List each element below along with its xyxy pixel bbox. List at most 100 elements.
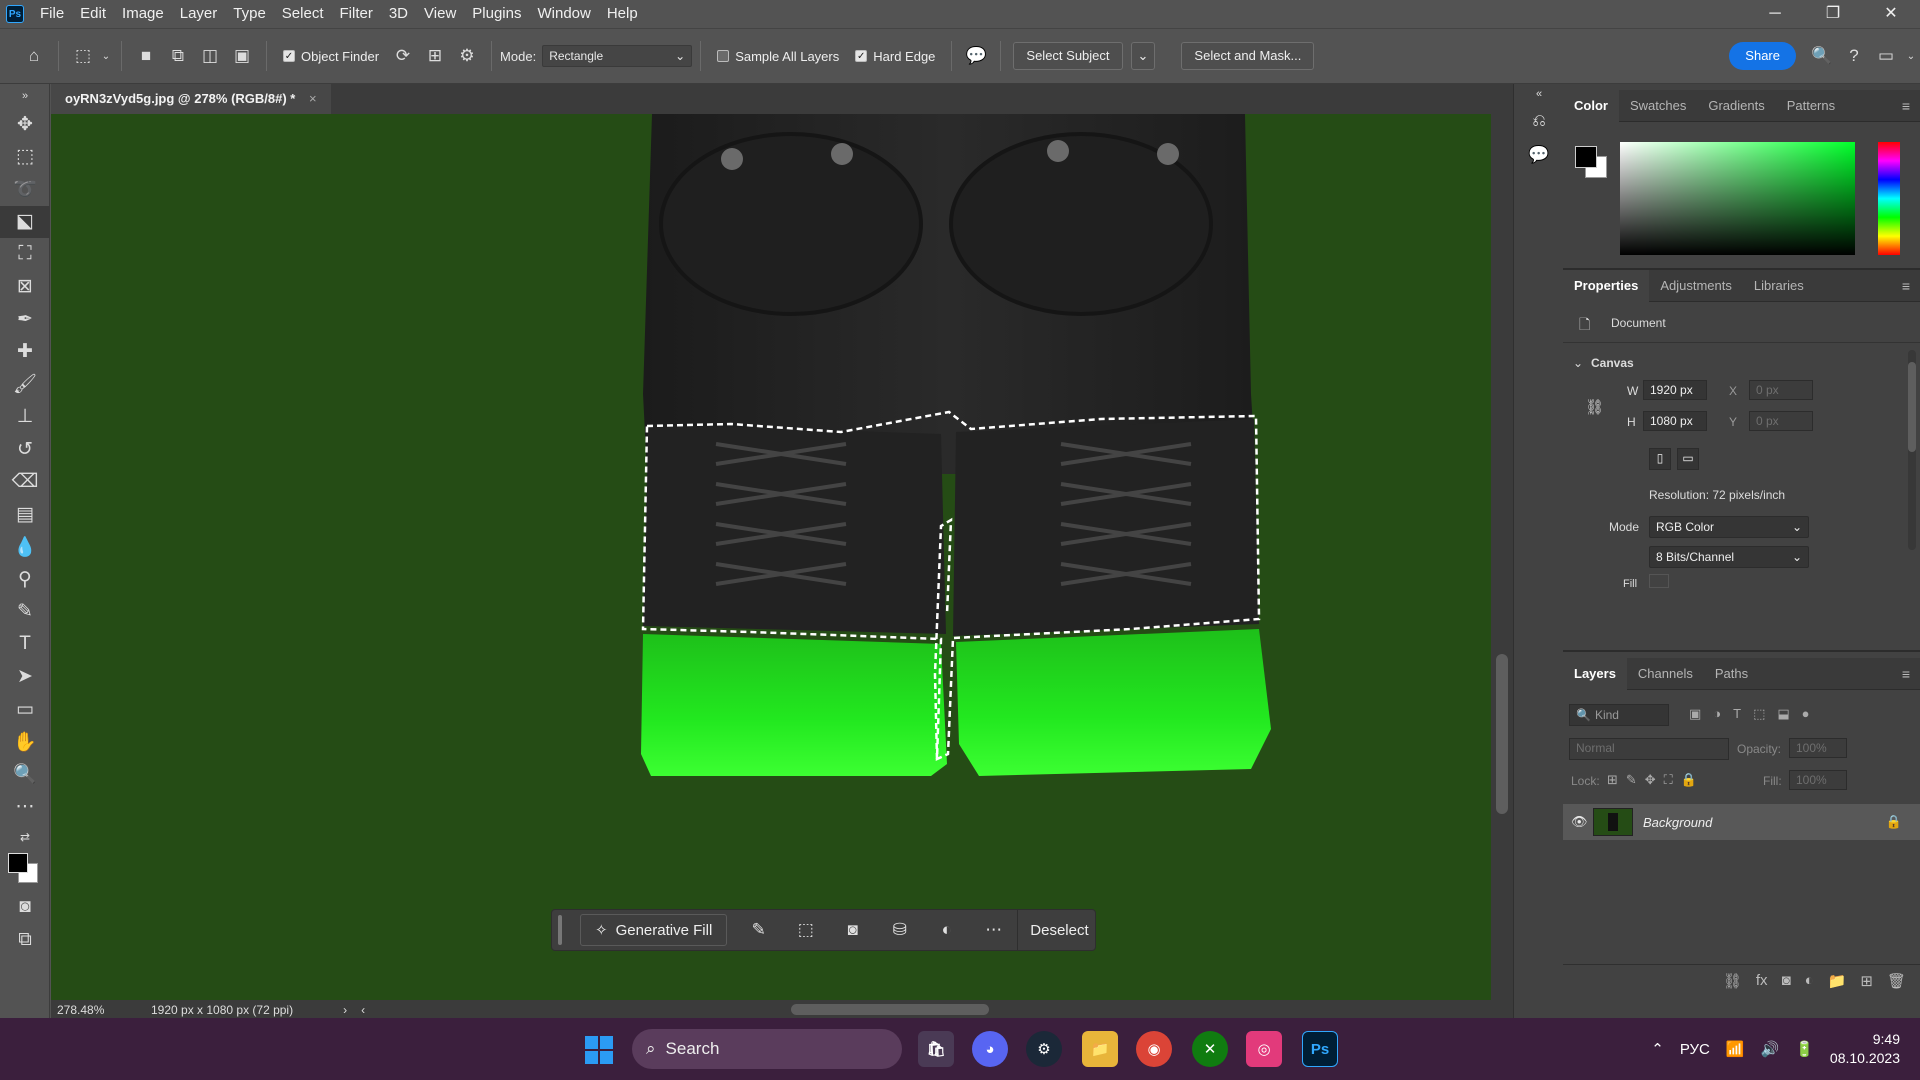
select-and-mask-button[interactable]: Select and Mask... — [1181, 42, 1315, 70]
taskbar-search[interactable]: ⌕ Search — [632, 1029, 902, 1069]
generative-fill-button[interactable]: ✧ Generative Fill — [580, 914, 728, 946]
lasso-tool-icon[interactable]: ➰ — [0, 173, 50, 206]
comments-icon[interactable]: 💬 — [1514, 138, 1564, 172]
fill-input[interactable]: 100% — [1789, 770, 1847, 790]
language-indicator[interactable]: РУС — [1680, 1041, 1710, 1058]
fill-swatch[interactable] — [1649, 574, 1669, 588]
vertical-scrollbar[interactable] — [1491, 114, 1513, 1000]
menu-window[interactable]: Window — [529, 0, 598, 28]
collapse-panels-icon[interactable]: « — [1514, 84, 1564, 104]
width-input[interactable]: 1920 px — [1643, 380, 1707, 400]
close-button[interactable]: ✕ — [1862, 0, 1920, 28]
trash-icon[interactable]: 🗑 — [1887, 972, 1906, 990]
lock-icons[interactable]: ⊞✎✥⛶🔒 — [1607, 772, 1705, 788]
portrait-orientation-icon[interactable]: ▯ — [1649, 448, 1671, 470]
layer-kind-filter[interactable]: 🔍 Kind — [1569, 704, 1669, 726]
landscape-orientation-icon[interactable]: ▭ — [1677, 448, 1699, 470]
windows-start-icon[interactable] — [584, 1035, 614, 1065]
height-input[interactable]: 1080 px — [1643, 411, 1707, 431]
tab-patterns[interactable]: Patterns — [1776, 90, 1846, 122]
quick-mask-icon[interactable]: ◙ — [0, 891, 50, 924]
opacity-input[interactable]: 100% — [1789, 738, 1847, 758]
chevron-down-icon[interactable]: ⌄ — [99, 40, 113, 72]
crop-tool-icon[interactable]: ⛶ — [0, 238, 50, 271]
photoshop-taskbar-icon[interactable]: Ps — [1302, 1031, 1338, 1067]
object-selection-tool-icon[interactable]: ⬕ — [0, 205, 50, 238]
scroll-thumb[interactable] — [1908, 362, 1916, 452]
tab-channels[interactable]: Channels — [1627, 658, 1704, 690]
wifi-icon[interactable]: 📶 — [1726, 1040, 1745, 1058]
add-mask-icon[interactable]: ◙ — [1782, 972, 1791, 989]
restore-button[interactable]: ❐ — [1804, 0, 1862, 28]
color-field[interactable] — [1620, 142, 1855, 255]
hue-slider[interactable] — [1878, 142, 1900, 255]
menu-plugins[interactable]: Plugins — [464, 0, 529, 28]
chevron-left-icon[interactable]: ‹ — [361, 1003, 365, 1017]
clock[interactable]: 9:49 08.10.2023 — [1830, 1030, 1900, 1068]
hand-tool-icon[interactable]: ✋ — [0, 726, 50, 759]
document-canvas[interactable]: ✧ Generative Fill ✎ ⬚ ◙ ⛁ ◐ ⋯ Deselect — [51, 114, 1491, 1000]
panel-menu-icon[interactable]: ≡ — [1902, 270, 1910, 302]
chrome-app-icon[interactable]: ◉ — [1136, 1031, 1172, 1067]
hard-edge-checkbox[interactable]: ✓ Hard Edge — [855, 49, 935, 64]
object-finder-checkbox[interactable]: ✓ Object Finder — [283, 49, 379, 64]
tab-adjustments[interactable]: Adjustments — [1649, 270, 1743, 302]
blend-mode-select[interactable]: Normal — [1569, 738, 1729, 760]
foreground-color-swatch[interactable] — [1575, 146, 1597, 168]
adjustment-layer-icon[interactable]: ◐ — [923, 920, 970, 940]
type-tool-icon[interactable]: T — [0, 628, 50, 661]
link-layers-icon[interactable]: ⛓ — [1723, 972, 1742, 990]
pen-tool-icon[interactable]: ✎ — [0, 596, 50, 629]
close-tab-icon[interactable]: × — [309, 91, 317, 106]
drag-handle[interactable] — [558, 915, 562, 945]
create-mask-icon[interactable]: ◙ — [829, 920, 876, 940]
help-icon[interactable]: ? — [1838, 40, 1870, 72]
panel-menu-icon[interactable]: ≡ — [1902, 90, 1910, 122]
menu-view[interactable]: View — [416, 0, 464, 28]
layer-row[interactable]: 👁 Background 🔒 — [1563, 804, 1920, 840]
rectangle-tool-icon[interactable]: ▭ — [0, 693, 50, 726]
steam-app-icon[interactable]: ⚙ — [1026, 1031, 1062, 1067]
properties-scrollbar[interactable] — [1908, 350, 1916, 550]
fx-icon[interactable]: fx — [1756, 972, 1768, 989]
store-app-icon[interactable]: 🛍 — [918, 1031, 954, 1067]
zoom-tool-icon[interactable]: 🔍 — [0, 758, 50, 791]
menu-filter[interactable]: Filter — [332, 0, 381, 28]
panel-menu-icon[interactable]: ≡ — [1902, 658, 1910, 690]
eraser-tool-icon[interactable]: ⌫ — [0, 466, 50, 499]
move-tool-icon[interactable]: ✥ — [0, 108, 50, 141]
deselect-button[interactable]: Deselect — [1024, 922, 1094, 939]
hint-bubble-icon[interactable]: 💬 — [960, 40, 992, 72]
battery-icon[interactable]: 🔋 — [1795, 1040, 1814, 1058]
new-layer-icon[interactable]: ⊞ — [1860, 972, 1873, 990]
chevron-up-icon[interactable]: ⌃ — [1651, 1040, 1664, 1058]
more-options-icon[interactable]: ⋯ — [970, 920, 1017, 940]
mode-select[interactable]: Rectangle ⌄ — [542, 45, 693, 67]
more-tools-icon[interactable]: ⋯ — [0, 791, 50, 824]
menu-type[interactable]: Type — [225, 0, 274, 28]
menu-file[interactable]: File — [32, 0, 72, 28]
add-to-selection-icon[interactable]: ⧉ — [162, 40, 194, 72]
color-swatches[interactable] — [0, 851, 50, 891]
document-tab[interactable]: oyRN3zVyd5g.jpg @ 278% (RGB/8#) * × — [51, 84, 331, 114]
workspace-icon[interactable]: ▭ — [1870, 40, 1902, 72]
subtract-from-selection-icon[interactable]: ◫ — [194, 40, 226, 72]
tab-libraries[interactable]: Libraries — [1743, 270, 1815, 302]
tab-color[interactable]: Color — [1563, 89, 1619, 122]
file-explorer-icon[interactable]: 📁 — [1082, 1031, 1118, 1067]
menu-help[interactable]: Help — [599, 0, 646, 28]
collapse-toolbar-icon[interactable]: » — [0, 84, 50, 108]
zoom-level[interactable]: 278.48% — [57, 1003, 147, 1017]
history-icon[interactable]: ⎌ — [1514, 104, 1564, 138]
object-selection-tool-preset-icon[interactable]: ⬚ — [67, 40, 99, 72]
bit-depth-select[interactable]: 8 Bits/Channel ⌄ — [1649, 546, 1809, 568]
chevron-down-icon[interactable]: ⌄ — [1573, 356, 1583, 370]
link-icon[interactable]: ⛓ — [1585, 398, 1604, 416]
chevron-down-icon[interactable]: ⌄ — [1902, 40, 1920, 72]
tab-swatches[interactable]: Swatches — [1619, 90, 1697, 122]
eye-icon[interactable]: 👁 — [1571, 814, 1588, 830]
horizontal-scroll-thumb[interactable] — [791, 1004, 989, 1015]
volume-icon[interactable]: 🔊 — [1761, 1040, 1780, 1058]
minimize-button[interactable]: ─ — [1746, 0, 1804, 28]
color-mode-select[interactable]: RGB Color ⌄ — [1649, 516, 1809, 538]
